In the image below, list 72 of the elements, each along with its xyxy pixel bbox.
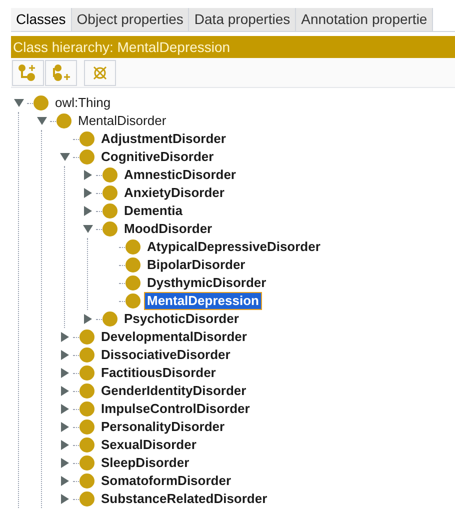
expand-arrow-icon[interactable] — [83, 170, 93, 180]
expand-arrow-icon[interactable] — [60, 494, 70, 504]
expand-arrow-icon[interactable] — [83, 188, 93, 198]
expand-arrow-icon[interactable] — [60, 404, 70, 414]
class-circle-icon — [102, 167, 118, 183]
expand-arrow-icon[interactable] — [60, 386, 70, 396]
class-label[interactable]: Dementia — [122, 203, 185, 219]
class-circle-icon — [125, 257, 141, 273]
class-circle-icon — [79, 347, 95, 363]
class-label[interactable]: SleepDisorder — [99, 455, 192, 471]
class-label[interactable]: AtypicalDepressiveDisorder — [145, 239, 322, 255]
class-label[interactable]: SomatoformDisorder — [99, 473, 234, 489]
class-label[interactable]: MoodDisorder — [122, 221, 214, 237]
class-circle-icon — [125, 275, 141, 291]
class-label[interactable]: GenderIdentityDisorder — [99, 383, 248, 399]
class-circle-icon — [79, 455, 95, 471]
expand-arrow-icon[interactable] — [60, 422, 70, 432]
class-circle-icon — [79, 437, 95, 453]
panel-header: Class hierarchy: MentalDepression — [11, 36, 455, 58]
class-label[interactable]: BipolarDisorder — [145, 257, 248, 273]
class-label[interactable]: DissociativeDisorder — [99, 347, 232, 363]
class-label[interactable]: MentalDepression — [145, 293, 261, 309]
expand-arrow-icon[interactable] — [60, 458, 70, 468]
expand-arrow-icon[interactable] — [60, 350, 70, 360]
tab[interactable]: Annotation propertie — [296, 8, 434, 31]
class-circle-icon — [102, 221, 118, 237]
class-circle-icon — [79, 131, 95, 147]
class-label[interactable]: MentalDisorder — [76, 113, 168, 129]
class-label[interactable]: ImpulseControlDisorder — [99, 401, 252, 417]
class-label[interactable]: DevelopmentalDisorder — [99, 329, 249, 345]
class-label[interactable]: AmnesticDisorder — [122, 167, 238, 183]
add-subclass-icon — [18, 64, 38, 82]
delete-icon — [91, 64, 109, 82]
class-label[interactable]: PersonalityDisorder — [99, 419, 227, 435]
class-circle-icon — [79, 365, 95, 381]
collapse-arrow-icon[interactable] — [14, 98, 24, 108]
tab[interactable]: Object properties — [72, 8, 190, 31]
class-circle-icon — [79, 491, 95, 507]
class-label[interactable]: CognitiveDisorder — [99, 149, 216, 165]
class-label[interactable]: PsychoticDisorder — [122, 311, 241, 327]
class-label[interactable]: FactitiousDisorder — [99, 365, 218, 381]
class-label[interactable]: SubstanceRelatedDisorder — [99, 491, 270, 507]
class-circle-icon — [79, 473, 95, 489]
class-label[interactable]: AdjustmentDisorder — [99, 131, 228, 147]
class-circle-icon — [79, 383, 95, 399]
class-circle-icon — [102, 185, 118, 201]
class-circle-icon — [56, 113, 72, 129]
class-circle-icon — [102, 311, 118, 327]
expand-arrow-icon[interactable] — [60, 368, 70, 378]
expand-arrow-icon[interactable] — [60, 476, 70, 486]
class-label[interactable]: SexualDisorder — [99, 437, 198, 453]
class-circle-icon — [79, 419, 95, 435]
class-circle-icon — [79, 329, 95, 345]
tab[interactable]: Data properties — [189, 8, 296, 31]
collapse-arrow-icon[interactable] — [83, 224, 93, 234]
expand-arrow-icon[interactable] — [83, 206, 93, 216]
class-circle-icon — [79, 149, 95, 165]
class-circle-icon — [125, 293, 141, 309]
class-circle-icon — [102, 203, 118, 219]
class-label[interactable]: AnxietyDisorder — [122, 185, 226, 201]
class-label[interactable]: owl:Thing — [53, 95, 113, 111]
class-label[interactable]: DysthymicDisorder — [145, 275, 268, 291]
collapse-arrow-icon[interactable] — [37, 116, 47, 126]
collapse-arrow-icon[interactable] — [60, 152, 70, 162]
tab[interactable]: Classes — [11, 8, 72, 31]
class-circle-icon — [79, 401, 95, 417]
expand-arrow-icon[interactable] — [83, 314, 93, 324]
expand-arrow-icon[interactable] — [60, 332, 70, 342]
add-sibling-icon — [51, 64, 71, 82]
expand-arrow-icon[interactable] — [60, 440, 70, 450]
class-circle-icon — [33, 95, 49, 111]
class-circle-icon — [125, 239, 141, 255]
